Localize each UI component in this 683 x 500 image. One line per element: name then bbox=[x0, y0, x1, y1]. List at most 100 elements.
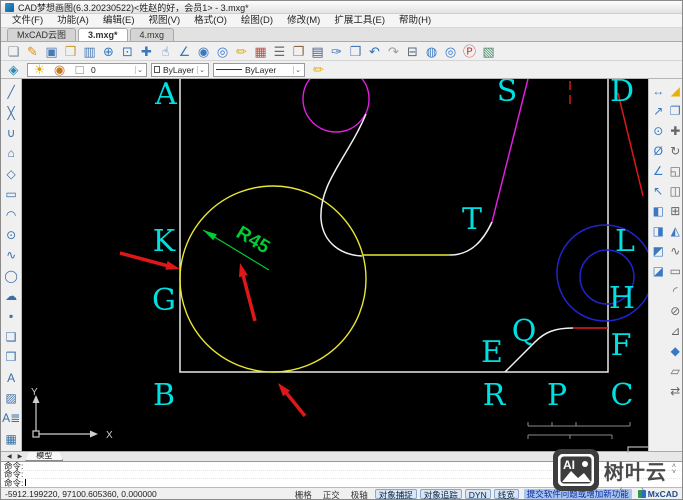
image-icon[interactable]: ▨ bbox=[1, 388, 21, 408]
zoom-window-icon[interactable]: ⊡ bbox=[118, 43, 137, 60]
hatch-icon[interactable]: ▦ bbox=[1, 429, 21, 449]
linetype-combo[interactable]: ByLayer ⌄ bbox=[213, 62, 305, 77]
menu-格式O[interactable]: 格式(O) bbox=[187, 14, 234, 28]
rotate-icon[interactable]: ↻ bbox=[667, 141, 682, 161]
open-edit-icon[interactable]: ✎ bbox=[23, 43, 42, 60]
layer-combo-arrow-icon[interactable]: ⌄ bbox=[135, 65, 144, 74]
web-publish-icon[interactable]: ◎ bbox=[441, 43, 460, 60]
menu-帮助H[interactable]: 帮助(H) bbox=[392, 14, 438, 28]
color-combo[interactable]: ByLayer ⌄ bbox=[151, 62, 209, 77]
menu-绘图D[interactable]: 绘图(D) bbox=[234, 14, 280, 28]
page-setup-icon[interactable]: ✑ bbox=[327, 43, 346, 60]
dim-update-icon[interactable]: ◩ bbox=[650, 241, 666, 261]
print-icon[interactable]: ⊟ bbox=[403, 43, 422, 60]
style-manager-icon[interactable]: ❒ bbox=[346, 43, 365, 60]
menu-扩展工具E[interactable]: 扩展工具(E) bbox=[327, 14, 392, 28]
dim-angular-icon[interactable]: ∠ bbox=[650, 161, 666, 181]
menu-修改M[interactable]: 修改(M) bbox=[280, 14, 327, 28]
layer-on-icon[interactable]: ☀ bbox=[30, 61, 49, 78]
polyline-icon[interactable]: ∪ bbox=[1, 123, 21, 143]
spline-edit-icon[interactable]: ∿ bbox=[667, 241, 682, 261]
chamfer-icon[interactable]: ⊿ bbox=[667, 321, 682, 341]
wipeout-icon[interactable]: ▱ bbox=[667, 361, 682, 381]
new-file-icon[interactable]: ❏ bbox=[4, 43, 23, 60]
copy-icon[interactable]: ❐ bbox=[289, 43, 308, 60]
menu-编辑E[interactable]: 编辑(E) bbox=[96, 14, 142, 28]
dim-aligned-icon[interactable]: ↗ bbox=[650, 101, 666, 121]
color-palette-icon[interactable]: ▦ bbox=[251, 43, 270, 60]
web-icon[interactable]: ◍ bbox=[422, 43, 441, 60]
menu-功能A[interactable]: 功能(A) bbox=[50, 14, 96, 28]
array-icon[interactable]: ⊞ bbox=[667, 201, 682, 221]
layer-freeze-icon[interactable]: ◉ bbox=[50, 61, 69, 78]
circle-icon[interactable]: ⊙ bbox=[1, 225, 21, 245]
ellipse-icon[interactable]: ◯ bbox=[1, 266, 21, 286]
ucs-icon[interactable]: ∠ bbox=[175, 43, 194, 60]
polygon-icon[interactable]: ⌂ bbox=[1, 143, 21, 163]
xline-icon[interactable]: ╳ bbox=[1, 102, 21, 122]
toggle-dyn[interactable]: DYN bbox=[464, 488, 491, 499]
move-icon[interactable]: ✚ bbox=[667, 121, 682, 141]
pdf-export-icon[interactable]: Ⓟ bbox=[460, 43, 479, 60]
layer-combo[interactable]: ☀ ◉ □ 0 ⌄ bbox=[27, 61, 147, 78]
text-icon[interactable]: A bbox=[1, 367, 21, 387]
polygon-2-icon[interactable]: ◇ bbox=[1, 164, 21, 184]
text-style-icon[interactable]: ☰ bbox=[270, 43, 289, 60]
open-folder-icon[interactable]: ❒ bbox=[61, 43, 80, 60]
toggle-grid[interactable]: 栅格 bbox=[291, 489, 316, 500]
copy-object-icon[interactable]: ❐ bbox=[667, 101, 682, 121]
mirror-icon[interactable]: ◭ bbox=[667, 221, 682, 241]
model-tab-next-icon[interactable]: ▶ bbox=[15, 453, 26, 460]
toggle-ortho[interactable]: 正交 bbox=[319, 489, 344, 500]
explode-icon[interactable]: ◆ bbox=[667, 341, 682, 361]
pan-icon[interactable]: ☝ bbox=[156, 43, 175, 60]
toggle-lineweight[interactable]: 线宽 bbox=[493, 488, 519, 499]
toggle-otrack[interactable]: 对象追踪 bbox=[419, 488, 462, 499]
save-as-icon[interactable]: ▥ bbox=[80, 43, 99, 60]
offset-icon[interactable]: ◫ bbox=[667, 181, 682, 201]
zoom-in-icon[interactable]: ⊕ bbox=[99, 43, 118, 60]
layer-lock-icon[interactable]: □ bbox=[70, 61, 89, 78]
model-tab-prev-icon[interactable]: ◀ bbox=[4, 453, 15, 460]
doc-tab-4.mxg[interactable]: 4.mxg bbox=[129, 28, 175, 41]
drawing-canvas[interactable]: R45 Y X A S D K T L G H Q E F B R P C bbox=[22, 65, 663, 462]
point-icon[interactable]: ▪ bbox=[1, 306, 21, 326]
menu-视图V[interactable]: 视图(V) bbox=[141, 14, 187, 28]
toggle-polar[interactable]: 极轴 bbox=[347, 489, 372, 500]
match-properties-icon[interactable]: ✏ bbox=[309, 61, 328, 78]
display-settings-icon[interactable]: ▤ bbox=[308, 43, 327, 60]
toggle-osnap[interactable]: 对象捕捉 bbox=[374, 488, 417, 499]
linetype-combo-arrow-icon[interactable]: ⌄ bbox=[293, 65, 302, 74]
dim-style-icon[interactable]: ◪ bbox=[650, 261, 666, 281]
dim-diameter-icon[interactable]: Ø bbox=[650, 141, 666, 161]
rectangle-icon[interactable]: ▭ bbox=[1, 184, 21, 204]
undo-icon[interactable]: ↶ bbox=[365, 43, 384, 60]
find-icon[interactable]: ◎ bbox=[213, 43, 232, 60]
insert-block-icon[interactable]: ❒ bbox=[1, 347, 21, 367]
spline-icon[interactable]: ∿ bbox=[1, 245, 21, 265]
dim-edit-icon[interactable]: ◧ bbox=[650, 201, 666, 221]
dim-leader-icon[interactable]: ↖ bbox=[650, 181, 666, 201]
stretch-icon[interactable]: ▭ bbox=[667, 261, 682, 281]
fillet-icon[interactable]: ◜ bbox=[667, 281, 682, 301]
revcloud-icon[interactable]: ☁ bbox=[1, 286, 21, 306]
save-icon[interactable]: ▣ bbox=[42, 43, 61, 60]
scale-icon[interactable]: ◱ bbox=[667, 161, 682, 181]
erase-icon[interactable]: ◢ bbox=[667, 81, 682, 101]
line-icon[interactable]: ╱ bbox=[1, 82, 21, 102]
image-export-icon[interactable]: ▧ bbox=[479, 43, 498, 60]
zoom-object-icon[interactable]: ◉ bbox=[194, 43, 213, 60]
block-icon[interactable]: ❑ bbox=[1, 327, 21, 347]
draw-pencil-icon[interactable]: ✏ bbox=[232, 43, 251, 60]
arc-icon[interactable]: ◠ bbox=[1, 204, 21, 224]
dim-text-edit-icon[interactable]: ◨ bbox=[650, 221, 666, 241]
join-icon[interactable]: ⇄ bbox=[667, 381, 682, 401]
layer-manager-icon[interactable]: ◈ bbox=[4, 61, 23, 78]
menu-文件F[interactable]: 文件(F) bbox=[5, 14, 50, 28]
dim-linear-icon[interactable]: ↔ bbox=[650, 81, 666, 101]
model-tab[interactable]: 模型 bbox=[25, 452, 64, 461]
redo-icon[interactable]: ↷ bbox=[384, 43, 403, 60]
zoom-extents-icon[interactable]: ✚ bbox=[137, 43, 156, 60]
mtext-icon[interactable]: A≣ bbox=[1, 408, 21, 428]
break-icon[interactable]: ⊘ bbox=[667, 301, 682, 321]
